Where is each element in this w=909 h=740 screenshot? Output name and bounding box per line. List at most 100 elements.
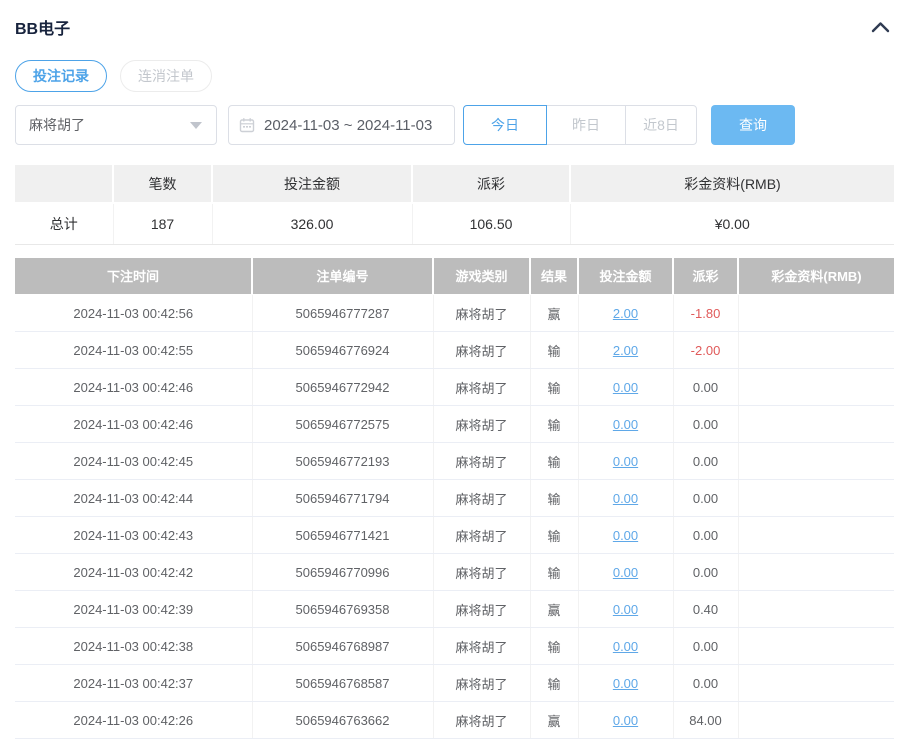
bet-time: 2024-11-03 00:42:42 — [15, 554, 252, 591]
column-header: 投注金额 — [578, 258, 673, 295]
game-type: 麻将胡了 — [433, 406, 530, 443]
payout-value: 0.00 — [673, 480, 738, 517]
result: 输 — [530, 628, 578, 665]
game-type: 麻将胡了 — [433, 295, 530, 332]
bet-amount-link[interactable]: 0.00 — [613, 602, 638, 617]
game-select-value: 麻将胡了 — [29, 115, 85, 135]
bonus-value — [738, 665, 894, 702]
game-type: 麻将胡了 — [433, 369, 530, 406]
bonus-value — [738, 554, 894, 591]
table-row: 2024-11-03 00:42:46 5065946772942 麻将胡了 输… — [15, 369, 894, 406]
table-row: 2024-11-03 00:42:55 5065946776924 麻将胡了 输… — [15, 332, 894, 369]
column-header: 笔数 — [113, 165, 212, 203]
bet-amount-link[interactable]: 2.00 — [613, 306, 638, 321]
tab-cancelled-orders[interactable]: 连消注单 — [120, 60, 212, 92]
bet-header-row: 下注时间注单编号游戏类别结果投注金额派彩彩金资料(RMB) — [15, 258, 894, 295]
game-select[interactable]: 麻将胡了 — [15, 105, 217, 145]
result: 赢 — [530, 591, 578, 628]
result: 输 — [530, 443, 578, 480]
game-type: 麻将胡了 — [433, 665, 530, 702]
today-button[interactable]: 今日 — [463, 105, 547, 145]
bet-time: 2024-11-03 00:42:44 — [15, 480, 252, 517]
game-type: 麻将胡了 — [433, 554, 530, 591]
bet-time: 2024-11-03 00:42:26 — [15, 702, 252, 739]
result: 输 — [530, 332, 578, 369]
caret-down-icon — [190, 122, 202, 129]
game-type: 麻将胡了 — [433, 628, 530, 665]
bet-amount-link[interactable]: 0.00 — [613, 491, 638, 506]
calendar-icon — [239, 117, 255, 133]
table-row: 2024-11-03 00:42:39 5065946769358 麻将胡了 赢… — [15, 591, 894, 628]
bet-time: 2024-11-03 00:42:56 — [15, 295, 252, 332]
page-title: BB电子 — [15, 15, 70, 39]
table-row: 2024-11-03 00:42:37 5065946768587 麻将胡了 输… — [15, 665, 894, 702]
order-number: 5065946772575 — [252, 406, 433, 443]
result: 输 — [530, 517, 578, 554]
bet-amount-link[interactable]: 0.00 — [613, 676, 638, 691]
order-number: 5065946763662 — [252, 702, 433, 739]
date-range-picker[interactable]: 2024-11-03 ~ 2024-11-03 — [228, 105, 455, 145]
order-number: 5065946768987 — [252, 628, 433, 665]
bet-time: 2024-11-03 00:42:39 — [15, 591, 252, 628]
bet-amount-link[interactable]: 0.00 — [613, 713, 638, 728]
summary-count: 187 — [113, 203, 212, 244]
summary-bet-amount: 326.00 — [212, 203, 412, 244]
result: 输 — [530, 406, 578, 443]
result: 赢 — [530, 295, 578, 332]
bet-time: 2024-11-03 00:42:37 — [15, 665, 252, 702]
bet-records-panel: BB电子 投注记录 连消注单 麻将胡了 2024-11-03 ~ 2 — [0, 0, 909, 739]
order-number: 5065946776924 — [252, 332, 433, 369]
table-row: 2024-11-03 00:42:26 5065946763662 麻将胡了 赢… — [15, 702, 894, 739]
bonus-value — [738, 406, 894, 443]
column-header: 派彩 — [412, 165, 570, 203]
table-row: 2024-11-03 00:42:43 5065946771421 麻将胡了 输… — [15, 517, 894, 554]
column-header: 游戏类别 — [433, 258, 530, 295]
game-type: 麻将胡了 — [433, 591, 530, 628]
payout-value: 0.00 — [673, 665, 738, 702]
table-row: 2024-11-03 00:42:46 5065946772575 麻将胡了 输… — [15, 406, 894, 443]
table-row: 2024-11-03 00:42:56 5065946777287 麻将胡了 赢… — [15, 295, 894, 332]
yesterday-button[interactable]: 昨日 — [546, 105, 626, 145]
payout-value: 0.00 — [673, 369, 738, 406]
bonus-value — [738, 443, 894, 480]
bet-amount-link[interactable]: 0.00 — [613, 639, 638, 654]
game-type: 麻将胡了 — [433, 332, 530, 369]
column-header: 彩金资料(RMB) — [570, 165, 894, 203]
order-number: 5065946768587 — [252, 665, 433, 702]
bonus-value — [738, 517, 894, 554]
summary-total-label: 总计 — [15, 203, 113, 244]
bet-time: 2024-11-03 00:42:38 — [15, 628, 252, 665]
payout-value: -2.00 — [673, 332, 738, 369]
panel-header: BB电子 — [15, 16, 894, 38]
bet-amount-link[interactable]: 2.00 — [613, 343, 638, 358]
bet-amount-link[interactable]: 0.00 — [613, 380, 638, 395]
summary-payout: 106.50 — [412, 203, 570, 244]
query-button[interactable]: 查询 — [711, 105, 795, 145]
filter-bar: 麻将胡了 2024-11-03 ~ 2024-11-03 今日 昨日 近8日 查… — [15, 105, 894, 145]
last-8-days-button[interactable]: 近8日 — [625, 105, 697, 145]
column-header: 派彩 — [673, 258, 738, 295]
bet-time: 2024-11-03 00:42:43 — [15, 517, 252, 554]
bonus-value — [738, 295, 894, 332]
column-header — [15, 165, 113, 203]
payout-value: -1.80 — [673, 295, 738, 332]
chevron-up-icon — [871, 21, 890, 33]
order-number: 5065946770996 — [252, 554, 433, 591]
summary-total-row: 总计 187 326.00 106.50 ¥0.00 — [15, 203, 894, 244]
bet-amount-link[interactable]: 0.00 — [613, 454, 638, 469]
payout-value: 0.40 — [673, 591, 738, 628]
bonus-value — [738, 702, 894, 739]
column-header: 投注金额 — [212, 165, 412, 203]
bet-amount-link[interactable]: 0.00 — [613, 565, 638, 580]
table-row: 2024-11-03 00:42:38 5065946768987 麻将胡了 输… — [15, 628, 894, 665]
game-type: 麻将胡了 — [433, 480, 530, 517]
bet-amount-link[interactable]: 0.00 — [613, 528, 638, 543]
payout-value: 0.00 — [673, 628, 738, 665]
result: 输 — [530, 665, 578, 702]
bet-time: 2024-11-03 00:42:45 — [15, 443, 252, 480]
bet-amount-link[interactable]: 0.00 — [613, 417, 638, 432]
collapse-button[interactable] — [868, 18, 892, 36]
payout-value: 0.00 — [673, 406, 738, 443]
summary-table: 笔数投注金额派彩彩金资料(RMB) 总计 187 326.00 106.50 ¥… — [15, 165, 894, 245]
tab-bet-records[interactable]: 投注记录 — [15, 60, 107, 92]
